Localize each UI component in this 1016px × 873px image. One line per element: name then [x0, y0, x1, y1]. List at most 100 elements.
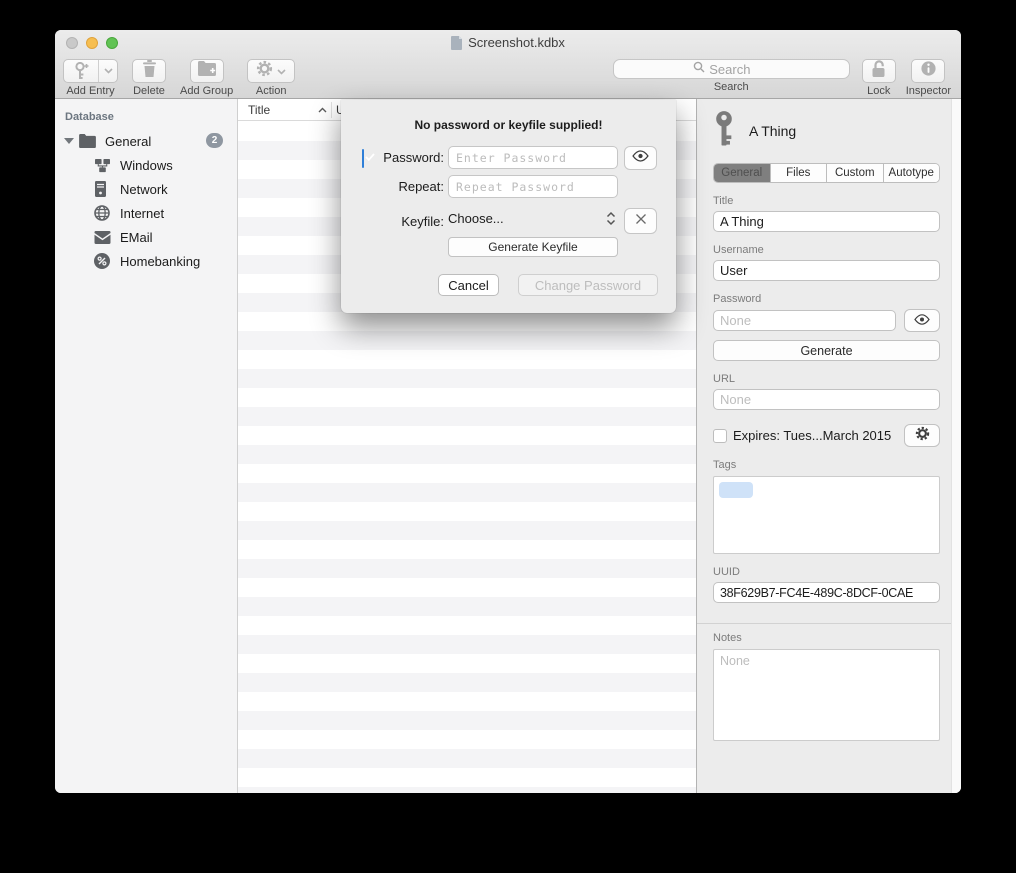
- delete-button[interactable]: [132, 59, 166, 83]
- toolbar: Add Entry Delete Add Group: [55, 56, 961, 98]
- key-plus-icon[interactable]: [64, 60, 99, 82]
- repeat-row: Repeat:: [341, 175, 676, 199]
- uuid-label: UUID: [713, 566, 940, 578]
- keyfile-row: Keyfile: Choose...: [341, 210, 676, 232]
- action-label: Action: [256, 85, 287, 97]
- sidebar-item-label: General: [105, 134, 151, 149]
- sidebar-item-general[interactable]: General 2: [55, 129, 237, 153]
- close-x-icon: [635, 212, 647, 230]
- tags-field[interactable]: [713, 476, 940, 554]
- change-password-button[interactable]: Change Password: [518, 274, 658, 296]
- disclosure-triangle-icon[interactable]: [64, 138, 74, 144]
- info-icon: [920, 60, 937, 82]
- sidebar-item-label: EMail: [120, 230, 153, 245]
- expires-row: Expires: Tues...March 2015: [713, 424, 940, 447]
- sidebar-item-label: Windows: [120, 158, 173, 173]
- dialog-reveal-button[interactable]: [624, 146, 657, 170]
- delete-label: Delete: [133, 85, 165, 97]
- dialog-keyfile-label: Keyfile:: [341, 214, 444, 229]
- lock-open-icon: [871, 60, 886, 83]
- eye-icon: [914, 312, 930, 330]
- tab-custom[interactable]: Custom: [827, 164, 884, 182]
- keyfile-popup[interactable]: Choose...: [448, 211, 616, 226]
- sidebar-item-email[interactable]: EMail: [55, 225, 237, 249]
- window-title: Screenshot.kdbx: [55, 35, 961, 50]
- dialog-repeat-label: Repeat:: [341, 179, 444, 194]
- username-label: Username: [713, 244, 940, 256]
- eye-icon: [632, 149, 649, 167]
- dialog-buttons: Cancel Change Password: [341, 274, 676, 296]
- chevron-down-icon[interactable]: [99, 60, 117, 82]
- dialog-repeat-input[interactable]: [448, 175, 618, 198]
- action-button[interactable]: [247, 59, 295, 83]
- add-group-button[interactable]: [190, 59, 224, 83]
- search-input[interactable]: [709, 62, 769, 77]
- folder-icon: [79, 134, 96, 148]
- column-header-title[interactable]: Title: [238, 103, 331, 117]
- add-group-label: Add Group: [180, 85, 233, 97]
- add-entry-button[interactable]: [63, 59, 118, 83]
- percent-circle-icon: [94, 253, 110, 269]
- sidebar: Database General 2 Windows Network I: [55, 99, 237, 793]
- tab-autotype[interactable]: Autotype: [884, 164, 940, 182]
- tab-files[interactable]: Files: [771, 164, 828, 182]
- inspector-scrollbar[interactable]: [951, 99, 961, 793]
- uuid-field[interactable]: [713, 582, 940, 603]
- sidebar-item-label: Internet: [120, 206, 164, 221]
- expires-checkbox[interactable]: [713, 429, 727, 443]
- generate-keyfile-row: Generate Keyfile: [341, 237, 676, 257]
- app-window: Screenshot.kdbx Add Entry: [55, 30, 961, 793]
- search-group: Search: [613, 59, 850, 93]
- lock-button[interactable]: [862, 59, 896, 83]
- notes-label: Notes: [713, 632, 940, 644]
- keyfile-popup-value: Choose...: [448, 211, 504, 226]
- generate-password-button[interactable]: Generate: [713, 340, 940, 361]
- sidebar-item-network[interactable]: Network: [55, 177, 237, 201]
- username-field[interactable]: [713, 260, 940, 281]
- search-label: Search: [714, 81, 749, 93]
- tab-general[interactable]: General: [714, 164, 771, 182]
- title-field[interactable]: [713, 211, 940, 232]
- sort-ascending-icon: [318, 107, 327, 113]
- password-field[interactable]: [713, 310, 896, 331]
- generate-keyfile-button[interactable]: Generate Keyfile: [448, 237, 618, 257]
- envelope-icon: [94, 231, 111, 244]
- sidebar-item-homebanking[interactable]: Homebanking: [55, 249, 237, 273]
- windows-icon: [94, 158, 111, 173]
- expires-options-button[interactable]: [904, 424, 940, 447]
- password-row: Password:: [341, 146, 676, 170]
- url-field[interactable]: [713, 389, 940, 410]
- lock-label: Lock: [867, 85, 890, 97]
- entry-count-badge: 2: [206, 133, 223, 148]
- window-header: Screenshot.kdbx Add Entry: [55, 30, 961, 99]
- sidebar-section-header: Database: [55, 99, 237, 129]
- dialog-message: No password or keyfile supplied!: [341, 118, 676, 132]
- inspector-panel: A Thing General Files Custom Autotype Ti…: [696, 99, 961, 793]
- stepper-icon: [606, 211, 616, 226]
- tag-token[interactable]: [719, 482, 753, 498]
- gear-icon: [915, 426, 930, 446]
- url-label: URL: [713, 373, 940, 385]
- inspector-divider: [697, 623, 961, 624]
- add-entry-group: Add Entry: [63, 59, 118, 97]
- search-field[interactable]: [613, 59, 850, 79]
- trash-icon: [142, 60, 157, 82]
- document-icon: [451, 36, 463, 50]
- change-password-dialog: No password or keyfile supplied! Passwor…: [341, 100, 676, 313]
- add-group-group: Add Group: [180, 59, 233, 97]
- lock-group: Lock: [862, 59, 896, 97]
- sidebar-item-label: Network: [120, 182, 168, 197]
- reveal-password-button[interactable]: [904, 309, 940, 332]
- password-label: Password: [713, 293, 940, 305]
- notes-field[interactable]: [713, 649, 940, 741]
- sidebar-item-windows[interactable]: Windows: [55, 153, 237, 177]
- globe-icon: [94, 205, 110, 221]
- dialog-password-input[interactable]: [448, 146, 618, 169]
- sidebar-item-internet[interactable]: Internet: [55, 201, 237, 225]
- action-group: Action: [247, 59, 295, 97]
- clear-keyfile-button[interactable]: [624, 208, 657, 234]
- titlebar[interactable]: Screenshot.kdbx: [55, 30, 961, 56]
- inspector-button[interactable]: [911, 59, 945, 83]
- expires-label: Expires: Tues...March 2015: [733, 428, 891, 443]
- cancel-button[interactable]: Cancel: [438, 274, 499, 296]
